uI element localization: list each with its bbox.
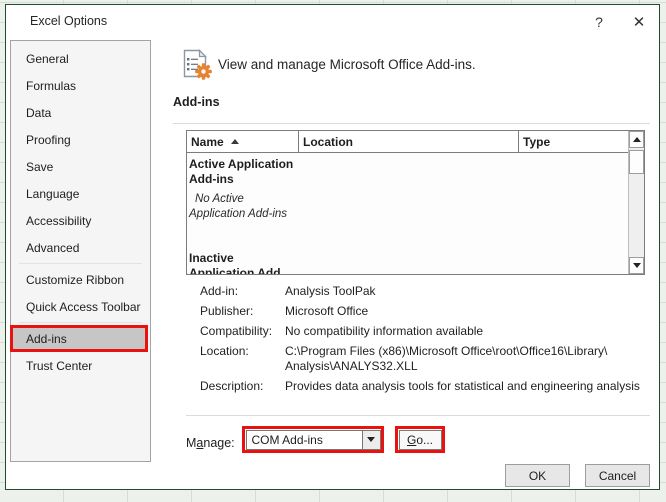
- sidebar-item-add-ins[interactable]: Add-ins: [10, 325, 148, 352]
- sidebar-item-quick-access-toolbar[interactable]: Quick Access Toolbar: [11, 293, 150, 320]
- manage-dropdown-value: COM Add-ins: [247, 431, 362, 449]
- ok-button[interactable]: OK: [505, 464, 570, 487]
- sidebar-item-proofing[interactable]: Proofing: [11, 126, 150, 153]
- table-header-row: Name Location Type: [187, 131, 628, 153]
- sidebar-item-formulas[interactable]: Formulas: [11, 72, 150, 99]
- help-icon[interactable]: ?: [586, 11, 612, 33]
- page-description: View and manage Microsoft Office Add-ins…: [218, 57, 476, 72]
- chevron-down-icon: [367, 437, 375, 442]
- scroll-down-button[interactable]: [629, 257, 644, 274]
- column-header-name[interactable]: Name: [187, 131, 299, 152]
- manage-label: Manage:: [186, 436, 235, 450]
- addins-table: Name Location Type Active Application Ad…: [186, 130, 645, 275]
- group-inactive-addins: Inactive Application Add: [189, 251, 281, 274]
- sidebar-item-advanced[interactable]: Advanced: [11, 234, 150, 261]
- close-icon[interactable]: ✕: [626, 11, 652, 33]
- addins-page-icon: [181, 49, 215, 86]
- detail-row-addin: Add-in: Analysis ToolPak: [200, 284, 652, 299]
- options-sidebar: General Formulas Data Proofing Save Lang…: [10, 40, 151, 462]
- manage-divider: [186, 415, 650, 416]
- sort-ascending-icon: [231, 139, 239, 144]
- sidebar-item-data[interactable]: Data: [11, 99, 150, 126]
- annotation-box-manage-dropdown: COM Add-ins: [242, 426, 384, 453]
- sidebar-item-save[interactable]: Save: [11, 153, 150, 180]
- column-header-location[interactable]: Location: [299, 131, 519, 152]
- manage-dropdown[interactable]: COM Add-ins: [246, 430, 381, 450]
- scroll-up-icon: [633, 137, 641, 142]
- annotation-box-go-button: Go...: [395, 426, 445, 453]
- scrollbar-thumb[interactable]: [629, 150, 644, 174]
- sidebar-item-general[interactable]: General: [11, 45, 150, 72]
- sidebar-separator: [19, 322, 142, 323]
- section-divider: [173, 123, 650, 124]
- row-no-active-addins: No Active Application Add-ins: [189, 192, 287, 221]
- column-header-type[interactable]: Type: [519, 131, 628, 152]
- gear-icon: [195, 63, 212, 80]
- excel-options-dialog: Excel Options ? ✕ General Formulas Data …: [5, 4, 660, 490]
- sidebar-item-customize-ribbon[interactable]: Customize Ribbon: [11, 266, 150, 293]
- scroll-down-icon: [633, 263, 641, 268]
- cancel-button[interactable]: Cancel: [585, 464, 650, 487]
- group-active-addins: Active Application Add-ins: [189, 157, 293, 187]
- scroll-up-button[interactable]: [629, 131, 644, 148]
- table-scrollbar[interactable]: [628, 131, 644, 274]
- section-title: Add-ins: [173, 95, 220, 109]
- table-body: Active Application Add-ins No Active App…: [187, 153, 628, 274]
- go-button[interactable]: Go...: [399, 430, 442, 450]
- sidebar-separator: [19, 263, 142, 264]
- dropdown-button[interactable]: [362, 431, 380, 449]
- detail-row-description: Description: Provides data analysis tool…: [200, 379, 652, 394]
- sidebar-item-trust-center[interactable]: Trust Center: [11, 352, 150, 379]
- detail-row-location: Location: C:\Program Files (x86)\Microso…: [200, 344, 652, 374]
- addin-details: Add-in: Analysis ToolPak Publisher: Micr…: [200, 284, 652, 399]
- detail-row-publisher: Publisher: Microsoft Office: [200, 304, 652, 319]
- sidebar-item-language[interactable]: Language: [11, 180, 150, 207]
- sidebar-item-accessibility[interactable]: Accessibility: [11, 207, 150, 234]
- dialog-title: Excel Options: [30, 14, 107, 28]
- detail-row-compatibility: Compatibility: No compatibility informat…: [200, 324, 652, 339]
